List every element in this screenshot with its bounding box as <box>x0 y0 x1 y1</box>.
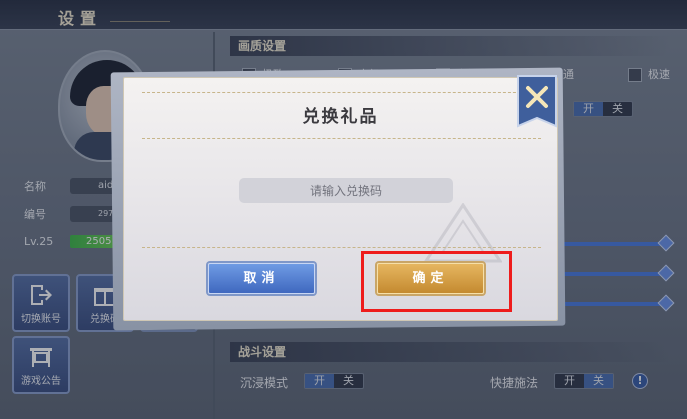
divider <box>142 138 541 139</box>
divider <box>142 247 541 248</box>
divider <box>142 92 541 93</box>
dialog-title: 兑换礼品 <box>302 107 379 127</box>
game-screen: 设置 名称 aid 编号 2976256 Lv.25 2505 切换账号 <box>0 0 687 419</box>
confirm-highlight-box <box>361 251 512 312</box>
redeem-code-input[interactable] <box>239 178 453 203</box>
close-icon[interactable] <box>514 74 560 132</box>
cancel-button[interactable]: 取消 <box>208 263 315 294</box>
